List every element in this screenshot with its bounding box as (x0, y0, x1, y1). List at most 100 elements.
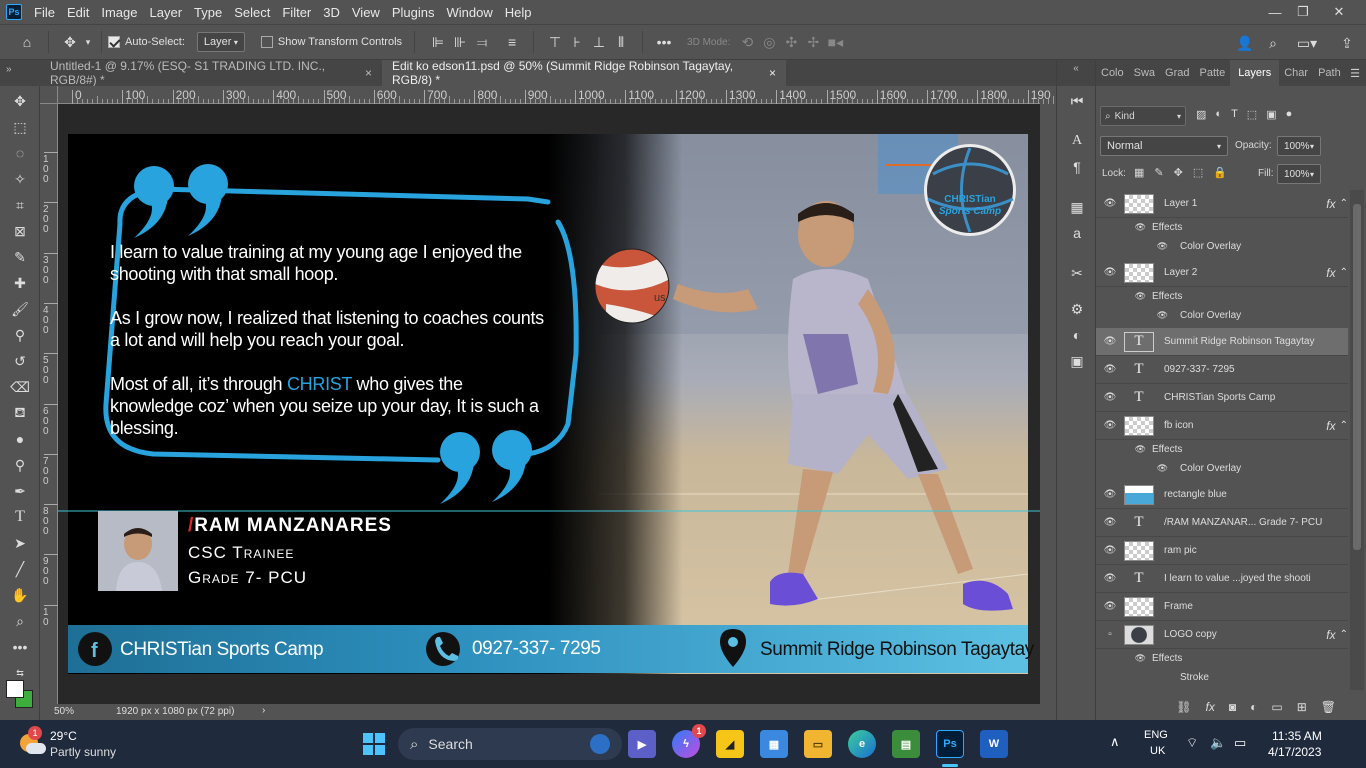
menu-type[interactable]: Type (194, 5, 230, 20)
restore-icon[interactable]: ❐ (1288, 0, 1318, 24)
sticky-notes-icon[interactable]: ◢ (716, 730, 744, 758)
layer-name[interactable]: Summit Ridge Robinson Tagaytay (1164, 336, 1314, 347)
menu-layer[interactable]: Layer (150, 5, 191, 20)
layer-effect-item[interactable]: 👁 Color Overlay (1096, 237, 1348, 256)
layer-effect-item[interactable]: Stroke (1096, 668, 1348, 687)
opacity-input[interactable]: 100% ▾ (1277, 136, 1321, 156)
collapse-panels-icon[interactable]: « (1057, 60, 1095, 86)
clock-time[interactable]: 11:35 AM (1272, 729, 1322, 743)
workspace-icon[interactable]: ▭▾ (1292, 32, 1322, 54)
layer-effects-row[interactable]: 👁 Effects (1096, 287, 1348, 306)
line-tool-icon[interactable]: ╱ (0, 556, 40, 582)
user-add-icon[interactable]: 👤 (1234, 32, 1256, 54)
menu-select[interactable]: Select (234, 5, 278, 20)
distribute-icon[interactable]: ≡ (501, 31, 523, 53)
styles-panel-icon[interactable]: ◐ (1057, 322, 1097, 348)
filter-adjustment-icon[interactable]: ◐ (1215, 108, 1222, 121)
layer-name[interactable]: Frame (1164, 601, 1193, 612)
align-right-icon[interactable]: ⫤ (471, 31, 493, 53)
filter-smart-icon[interactable]: ▣ (1266, 108, 1276, 121)
lock-transparent-icon[interactable]: ▦ (1134, 166, 1144, 179)
clone-stamp-tool-icon[interactable]: ⚲ (0, 322, 40, 348)
auto-select-dropdown[interactable]: Layer ▾ (196, 32, 245, 52)
tab-gradients[interactable]: Grad (1160, 67, 1194, 79)
blend-mode-dropdown[interactable]: Normal ▾ (1100, 136, 1228, 156)
layer-effects-row[interactable]: 👁 Effects (1096, 218, 1348, 237)
align-left-icon[interactable]: ⊫ (427, 31, 449, 53)
messenger-icon[interactable]: ϟ 1 (672, 724, 706, 758)
language-primary[interactable]: ENG (1144, 729, 1168, 741)
tools-panel-icon[interactable]: ✂ (1057, 260, 1097, 286)
more-options-icon[interactable]: ••• (653, 31, 675, 53)
move-tool-icon[interactable]: ✥ (59, 31, 81, 53)
layer-row[interactable]: 👁 T 0927-337- 7295 (1096, 356, 1348, 384)
menu-image[interactable]: Image (101, 5, 145, 20)
canvas-area[interactable]: us CHRISTian Sports Camp f I learn to va… (58, 104, 1040, 704)
layer-name[interactable]: /RAM MANZANAR... Grade 7- PCU (1164, 517, 1322, 528)
new-group-icon[interactable]: ▭ (1271, 700, 1282, 714)
lock-artboard-icon[interactable]: ⬚ (1193, 166, 1203, 179)
scrollbar-thumb[interactable] (1353, 204, 1361, 550)
new-adjustment-icon[interactable]: ◐ (1250, 700, 1257, 714)
crop-tool-icon[interactable]: ⌗ (0, 192, 40, 218)
filter-kind-dropdown[interactable]: ⌕ Kind ▾ (1100, 106, 1186, 126)
filter-pixel-icon[interactable]: ▨ (1196, 108, 1206, 121)
vertical-ruler[interactable]: 1 0 0 2 0 0 3 0 0 4 0 0 5 0 0 6 0 0 7 0 0 8 0 0… (40, 104, 58, 704)
close-tab-icon[interactable]: × (769, 66, 776, 80)
eraser-tool-icon[interactable]: ⌫ (0, 374, 40, 400)
foreground-color-swatch[interactable] (6, 680, 24, 698)
eye-icon[interactable]: 👁 (1096, 573, 1124, 584)
layer-row[interactable]: 👁 ram pic (1096, 537, 1348, 565)
eye-icon[interactable]: 👁 (1096, 336, 1124, 347)
brush-tool-icon[interactable]: 🖌 (0, 296, 40, 322)
add-style-icon[interactable]: fx (1206, 700, 1215, 714)
layer-row[interactable]: 👁 Layer 2 fx ⌃ (1096, 259, 1348, 287)
expand-effects-icon[interactable]: ⌃ (1340, 629, 1348, 640)
wifi-icon[interactable]: ⌔ (1186, 735, 1198, 751)
align-center-icon[interactable]: ⊪ (449, 31, 471, 53)
layer-fx-icon[interactable]: fx (1326, 628, 1335, 642)
new-layer-icon[interactable]: ⊞ (1297, 700, 1307, 714)
adjustments-panel-icon[interactable]: ⚙ (1057, 296, 1097, 322)
history-brush-tool-icon[interactable]: ↺ (0, 348, 40, 374)
volume-icon[interactable]: 🔈 (1210, 735, 1226, 751)
layer-row[interactable]: 👁 Frame (1096, 593, 1348, 621)
lock-position-icon[interactable]: ✥ (1174, 166, 1183, 179)
menu-help[interactable]: Help (505, 5, 540, 20)
tab-color[interactable]: Colo (1096, 67, 1129, 79)
panel-menu-icon[interactable]: ☰ (1350, 67, 1360, 80)
layer-row[interactable]: 👁 rectangle blue (1096, 481, 1348, 509)
libraries-panel-icon[interactable]: ▣ (1057, 348, 1097, 374)
layer-effects-row[interactable]: 👁 Effects (1096, 649, 1348, 668)
eye-icon[interactable]: 👁 (1096, 489, 1124, 500)
menu-edit[interactable]: Edit (67, 5, 97, 20)
word-icon[interactable]: W (980, 730, 1008, 758)
filter-shape-icon[interactable]: ⬚ (1247, 108, 1257, 121)
tab-untitled-1[interactable]: Untitled-1 @ 9.17% (ESQ- S1 TRADING LTD.… (40, 59, 382, 87)
filter-type-icon[interactable]: T (1231, 108, 1238, 121)
frame-tool-icon[interactable]: ⊠ (0, 218, 40, 244)
visibility-off-icon[interactable]: ▫ (1096, 629, 1124, 640)
paint-bucket-tool-icon[interactable]: ⛾ (0, 400, 40, 426)
menu-view[interactable]: View (352, 5, 388, 20)
align-top-icon[interactable]: ⊤ (544, 31, 566, 53)
toolbar-collapse-icon[interactable]: » (0, 60, 40, 86)
layer-effects-row[interactable]: 👁 Effects (1096, 440, 1348, 459)
layer-row[interactable]: 👁 T Summit Ridge Robinson Tagaytay (1096, 328, 1348, 356)
tab-patterns[interactable]: Patte (1195, 67, 1231, 79)
magic-wand-tool-icon[interactable]: ✧ (0, 166, 40, 192)
hand-tool-icon[interactable]: ✋ (0, 582, 40, 608)
glyphs-panel-icon[interactable]: a (1057, 220, 1097, 246)
layers-scrollbar[interactable] (1350, 190, 1364, 690)
tab-layers[interactable]: Layers (1230, 60, 1280, 86)
layer-effect-item[interactable]: Outer Glow (1096, 687, 1348, 690)
chevron-down-icon[interactable]: ▾ (81, 31, 95, 53)
expand-effects-icon[interactable]: ⌃ (1340, 420, 1348, 431)
eyedropper-tool-icon[interactable]: ✎ (0, 244, 40, 270)
layer-fx-icon[interactable]: fx (1326, 197, 1335, 211)
close-icon[interactable]: ✕ (1324, 0, 1354, 24)
delete-layer-icon[interactable]: 🗑 (1321, 700, 1336, 714)
layer-name[interactable]: 0927-337- 7295 (1164, 364, 1235, 375)
auto-select-checkbox[interactable] (108, 36, 120, 48)
menu-plugins[interactable]: Plugins (392, 5, 443, 20)
